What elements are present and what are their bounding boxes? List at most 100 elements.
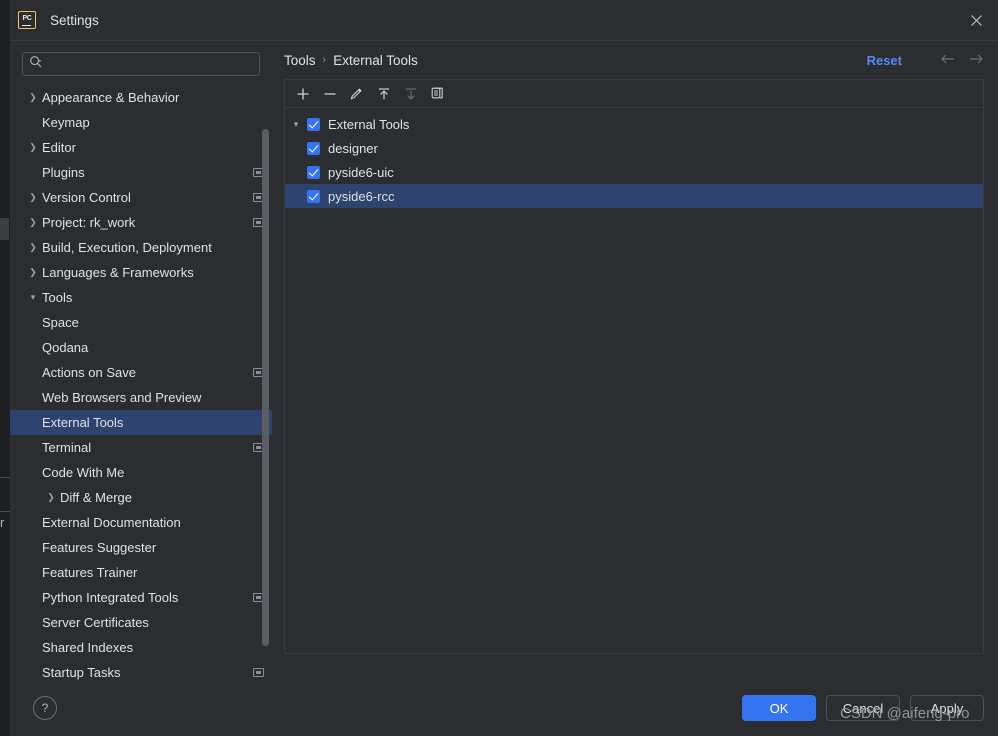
tools-tree-root-row[interactable]: ▾ External Tools bbox=[285, 112, 983, 136]
sidebar-item-label: Space bbox=[42, 315, 79, 330]
sidebar-item-label: Startup Tasks bbox=[42, 665, 121, 680]
sidebar-item-python-integrated-tools[interactable]: Python Integrated Tools bbox=[10, 585, 272, 610]
sidebar-item-plugins[interactable]: Plugins bbox=[10, 160, 272, 185]
sidebar-item-label: Build, Execution, Deployment bbox=[42, 240, 212, 255]
chevron-right-icon[interactable]: ❯ bbox=[24, 242, 42, 253]
chevron-down-icon[interactable]: ▾ bbox=[285, 119, 307, 130]
background-window-text-fragment: r bbox=[0, 515, 5, 530]
search-input[interactable] bbox=[47, 57, 253, 71]
sidebar-item-label: Editor bbox=[42, 140, 76, 155]
tools-root-checkbox[interactable] bbox=[307, 117, 320, 131]
chevron-right-icon[interactable]: ❯ bbox=[24, 142, 42, 153]
apply-button[interactable]: Apply bbox=[910, 695, 984, 721]
add-tool-button[interactable] bbox=[290, 82, 315, 105]
ok-button[interactable]: OK bbox=[742, 695, 816, 721]
sidebar-item-server-certificates[interactable]: Server Certificates bbox=[10, 610, 272, 635]
sidebar-item-editor[interactable]: ❯ Editor bbox=[10, 135, 272, 160]
edit-tool-button[interactable] bbox=[344, 82, 369, 105]
settings-dialog: PC Settings ❯ Appearance & Behavior Keym… bbox=[10, 0, 998, 736]
sidebar-item-diff-merge[interactable]: ❯ Diff & Merge bbox=[10, 485, 272, 510]
sidebar-item-label: Features Suggester bbox=[42, 540, 157, 555]
sidebar-item-label: Actions on Save bbox=[42, 365, 136, 380]
copy-tool-button[interactable] bbox=[425, 82, 450, 105]
dialog-titlebar: PC Settings bbox=[10, 0, 998, 40]
tools-tree-row[interactable]: designer bbox=[285, 136, 983, 160]
tool-label: pyside6-rcc bbox=[328, 188, 395, 204]
chevron-down-icon[interactable]: ▾ bbox=[24, 292, 42, 303]
sidebar-item-tools[interactable]: ▾ Tools bbox=[10, 285, 272, 310]
sidebar-item-shared-indexes[interactable]: Shared Indexes bbox=[10, 635, 272, 660]
sidebar-item-label: Server Certificates bbox=[42, 615, 149, 630]
tool-checkbox[interactable] bbox=[307, 165, 320, 179]
breadcrumb: Tools › External Tools bbox=[284, 53, 867, 68]
pycharm-icon-label: PC bbox=[22, 15, 32, 22]
tools-tree-row[interactable]: pyside6-uic bbox=[285, 160, 983, 184]
sidebar-item-code-with-me[interactable]: Code With Me bbox=[10, 460, 272, 485]
sidebar-item-features-trainer[interactable]: Features Trainer bbox=[10, 560, 272, 585]
sidebar-item-qodana[interactable]: Qodana bbox=[10, 335, 272, 360]
sidebar-item-label: Project: rk_work bbox=[42, 215, 136, 230]
chevron-right-icon[interactable]: ❯ bbox=[42, 492, 60, 503]
sidebar-item-external-documentation[interactable]: External Documentation bbox=[10, 510, 272, 535]
breadcrumb-bar: Tools › External Tools Reset bbox=[284, 41, 984, 79]
window-title: Settings bbox=[50, 12, 99, 28]
search-box[interactable] bbox=[22, 52, 260, 76]
move-down-button[interactable] bbox=[398, 82, 423, 105]
search-container bbox=[10, 41, 272, 84]
chevron-right-icon[interactable]: ❯ bbox=[24, 267, 42, 278]
sidebar-item-label: Version Control bbox=[42, 190, 131, 205]
sidebar-item-space[interactable]: Space bbox=[10, 310, 272, 335]
sidebar-item-terminal[interactable]: Terminal bbox=[10, 435, 272, 460]
background-window-divider bbox=[0, 477, 10, 478]
help-icon[interactable]: ? bbox=[33, 696, 57, 720]
sidebar-item-external-tools[interactable]: External Tools bbox=[10, 410, 272, 435]
sidebar-item-label: Keymap bbox=[42, 115, 90, 130]
tools-tree-row[interactable]: pyside6-rcc bbox=[285, 184, 983, 208]
remove-tool-button[interactable] bbox=[317, 82, 342, 105]
close-icon[interactable] bbox=[962, 6, 990, 34]
external-tools-panel: ▾ External Tools designer pyside6-uic pysi… bbox=[284, 79, 984, 654]
arrow-left-icon[interactable] bbox=[940, 52, 956, 69]
tool-checkbox[interactable] bbox=[307, 189, 320, 203]
reset-button[interactable]: Reset bbox=[867, 53, 902, 68]
sidebar-tree: ❯ Appearance & Behavior Keymap ❯ Editor Plugi… bbox=[10, 85, 272, 680]
sidebar-item-project-rk-work[interactable]: ❯ Project: rk_work bbox=[10, 210, 272, 235]
chevron-right-icon[interactable]: ❯ bbox=[24, 217, 42, 228]
pycharm-icon: PC bbox=[18, 11, 36, 29]
tool-checkbox[interactable] bbox=[307, 141, 320, 155]
sidebar-item-startup-tasks[interactable]: Startup Tasks bbox=[10, 660, 272, 680]
chevron-right-icon[interactable]: ❯ bbox=[24, 192, 42, 203]
sidebar-item-build-execution-deployment[interactable]: ❯ Build, Execution, Deployment bbox=[10, 235, 272, 260]
breadcrumb-item-external-tools: External Tools bbox=[333, 52, 418, 68]
sidebar-item-languages-frameworks[interactable]: ❯ Languages & Frameworks bbox=[10, 260, 272, 285]
sidebar-item-label: Appearance & Behavior bbox=[42, 90, 180, 105]
footer-button-group: OK Cancel Apply bbox=[742, 695, 984, 721]
sidebar-scrollbar[interactable] bbox=[262, 129, 269, 646]
sidebar-item-appearance-behavior[interactable]: ❯ Appearance & Behavior bbox=[10, 85, 272, 110]
sidebar-item-web-browsers-and-preview[interactable]: Web Browsers and Preview bbox=[10, 385, 272, 410]
sidebar-item-keymap[interactable]: Keymap bbox=[10, 110, 272, 135]
dialog-footer: ? OK Cancel Apply bbox=[10, 680, 998, 736]
search-icon bbox=[29, 55, 43, 74]
sidebar-item-label: Code With Me bbox=[42, 465, 125, 480]
tool-label: pyside6-uic bbox=[328, 164, 394, 180]
move-up-button[interactable] bbox=[371, 82, 396, 105]
sidebar-item-label: Python Integrated Tools bbox=[42, 590, 179, 605]
tool-label: designer bbox=[328, 140, 378, 156]
settings-main-panel: Tools › External Tools Reset ▾ External … bbox=[272, 41, 998, 680]
breadcrumb-item-tools[interactable]: Tools bbox=[284, 53, 316, 68]
cancel-button[interactable]: Cancel bbox=[826, 695, 900, 721]
sidebar-item-label: External Documentation bbox=[42, 515, 181, 530]
sidebar-item-label: Shared Indexes bbox=[42, 640, 134, 655]
background-window-artifact bbox=[0, 218, 9, 240]
sidebar-item-label: Diff & Merge bbox=[60, 490, 133, 505]
sidebar-item-version-control[interactable]: ❯ Version Control bbox=[10, 185, 272, 210]
tools-toolbar bbox=[284, 79, 984, 107]
sidebar-item-actions-on-save[interactable]: Actions on Save bbox=[10, 360, 272, 385]
chevron-right-icon[interactable]: ❯ bbox=[24, 92, 42, 103]
project-scope-icon bbox=[253, 668, 264, 677]
sidebar-item-label: Languages & Frameworks bbox=[42, 265, 194, 280]
arrow-right-icon[interactable] bbox=[968, 52, 984, 69]
sidebar-item-features-suggester[interactable]: Features Suggester bbox=[10, 535, 272, 560]
tools-tree-children: designer pyside6-uic pyside6-rcc bbox=[285, 136, 983, 208]
